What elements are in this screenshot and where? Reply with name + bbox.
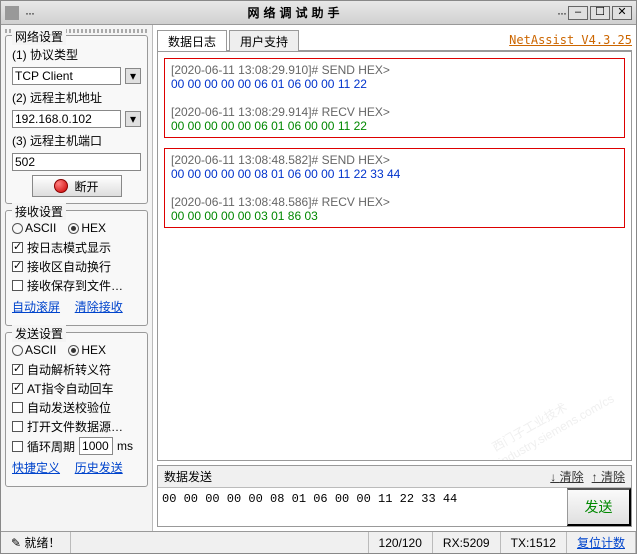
- auto-wrap-checkbox[interactable]: 接收区自动换行: [12, 258, 141, 275]
- dropdown-button[interactable]: ▾: [125, 68, 141, 84]
- log-send-data: 00 00 00 00 00 08 01 06 00 00 11 22 33 4…: [171, 167, 618, 181]
- host-label: (2) 远程主机地址: [12, 89, 102, 106]
- host-input[interactable]: [12, 110, 121, 128]
- at-cr-checkbox[interactable]: AT指令自动回车: [12, 380, 141, 397]
- disconnect-label: 断开: [74, 178, 98, 195]
- shortcut-define-link[interactable]: 快捷定义: [12, 459, 60, 476]
- send-hex-radio[interactable]: HEX: [68, 343, 106, 357]
- save-to-file-checkbox[interactable]: 接收保存到文件…: [12, 277, 141, 294]
- status-ready: 就绪！: [24, 534, 60, 551]
- dropdown-button[interactable]: ▾: [125, 111, 141, 127]
- group-title: 接收设置: [12, 203, 66, 220]
- open-file-source-checkbox[interactable]: 打开文件数据源…: [12, 418, 141, 435]
- log-send-data: 00 00 00 00 00 06 01 06 00 00 11 22: [171, 77, 618, 91]
- version-link[interactable]: NetAssist V4.3.25: [509, 33, 632, 47]
- log-recv-data: 00 00 00 00 00 03 01 86 03: [171, 209, 618, 223]
- send-button[interactable]: 发送: [567, 488, 631, 526]
- window-title: 网络调试助手: [248, 4, 344, 21]
- clear-receive-link[interactable]: 清除接收: [75, 298, 123, 315]
- status-conn: 120/120: [369, 532, 433, 553]
- log-timestamp: [2020-06-11 13:08:29.910]# SEND HEX>: [171, 63, 390, 77]
- reset-counter-link[interactable]: 复位计数: [567, 532, 636, 553]
- send-panel-title: 数据发送: [164, 468, 212, 485]
- send-input[interactable]: [158, 488, 567, 526]
- title-bar: ··· 网络调试助手 ··· – ☐ ✕: [1, 1, 636, 25]
- log-mode-checkbox[interactable]: 按日志模式显示: [12, 239, 141, 256]
- grip-icon: ···: [557, 6, 566, 20]
- receive-settings-group: 接收设置 ASCII HEX 按日志模式显示 接收区自动换行 接收保存到文件… …: [5, 210, 148, 326]
- clear-send-link2[interactable]: ↑ 清除: [592, 468, 625, 485]
- minimize-button[interactable]: –: [568, 6, 588, 20]
- group-title: 发送设置: [12, 325, 66, 342]
- log-timestamp: [2020-06-11 13:08:48.582]# SEND HEX>: [171, 153, 390, 167]
- recv-ascii-radio[interactable]: ASCII: [12, 221, 56, 235]
- cycle-checkbox[interactable]: 循环周期 ms: [12, 437, 141, 455]
- port-label: (3) 远程主机端口: [12, 132, 102, 149]
- network-settings-group: 网络设置 (1) 协议类型 ▾ (2) 远程主机地址 ▾ (3) 远程主机端口 …: [5, 35, 148, 204]
- log-timestamp: [2020-06-11 13:08:29.914]# RECV HEX>: [171, 105, 390, 119]
- tab-data-log[interactable]: 数据日志: [157, 30, 227, 52]
- protocol-label: (1) 协议类型: [12, 46, 78, 63]
- history-send-link[interactable]: 历史发送: [75, 459, 123, 476]
- log-block: [2020-06-11 13:08:29.910]# SEND HEX> 00 …: [164, 58, 625, 138]
- app-icon: [5, 6, 19, 20]
- parse-escape-checkbox[interactable]: 自动解析转义符: [12, 361, 141, 378]
- port-input[interactable]: [12, 153, 141, 171]
- auto-scroll-link[interactable]: 自动滚屏: [12, 298, 60, 315]
- status-rx: RX:5209: [433, 532, 501, 553]
- log-block: [2020-06-11 13:08:48.582]# SEND HEX> 00 …: [164, 148, 625, 228]
- log-area[interactable]: [2020-06-11 13:08:29.910]# SEND HEX> 00 …: [157, 51, 632, 461]
- grip-icon: ···: [25, 6, 34, 20]
- maximize-button[interactable]: ☐: [590, 6, 610, 20]
- group-title: 网络设置: [12, 28, 66, 45]
- ready-icon: ✎: [11, 536, 21, 550]
- close-button[interactable]: ✕: [612, 6, 632, 20]
- protocol-select[interactable]: [12, 67, 121, 85]
- status-tx: TX:1512: [501, 532, 567, 553]
- status-bar: ✎ 就绪！ 120/120 RX:5209 TX:1512 复位计数: [1, 531, 636, 553]
- recv-hex-radio[interactable]: HEX: [68, 221, 106, 235]
- log-timestamp: [2020-06-11 13:08:48.586]# RECV HEX>: [171, 195, 390, 209]
- cycle-input[interactable]: [79, 437, 113, 455]
- send-settings-group: 发送设置 ASCII HEX 自动解析转义符 AT指令自动回车 自动发送校验位 …: [5, 332, 148, 487]
- clear-send-link[interactable]: ↓ 清除: [550, 468, 583, 485]
- watermark: 西门子工业技术 support.industry.siemens.com/cs: [451, 377, 617, 461]
- send-ascii-radio[interactable]: ASCII: [12, 343, 56, 357]
- tab-user-support[interactable]: 用户支持: [229, 30, 299, 52]
- send-panel: 数据发送 ↓ 清除 ↑ 清除 发送: [157, 465, 632, 527]
- log-recv-data: 00 00 00 00 00 06 01 06 00 00 11 22: [171, 119, 618, 133]
- tab-bar: 数据日志 用户支持 NetAssist V4.3.25: [157, 29, 632, 51]
- disconnect-button[interactable]: 断开: [32, 175, 122, 197]
- auto-checksum-checkbox[interactable]: 自动发送校验位: [12, 399, 141, 416]
- record-icon: [54, 179, 68, 193]
